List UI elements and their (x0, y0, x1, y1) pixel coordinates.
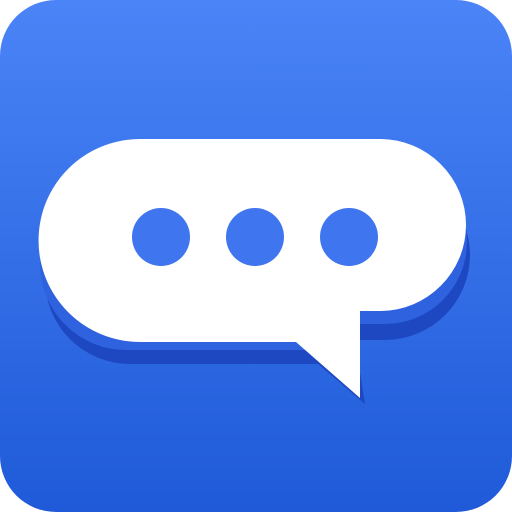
chat-bubble-icon (0, 0, 512, 512)
app-icon[interactable] (0, 0, 512, 512)
typing-dot (320, 208, 378, 266)
typing-dots (132, 208, 378, 266)
typing-dot (226, 208, 284, 266)
typing-dot (132, 208, 190, 266)
